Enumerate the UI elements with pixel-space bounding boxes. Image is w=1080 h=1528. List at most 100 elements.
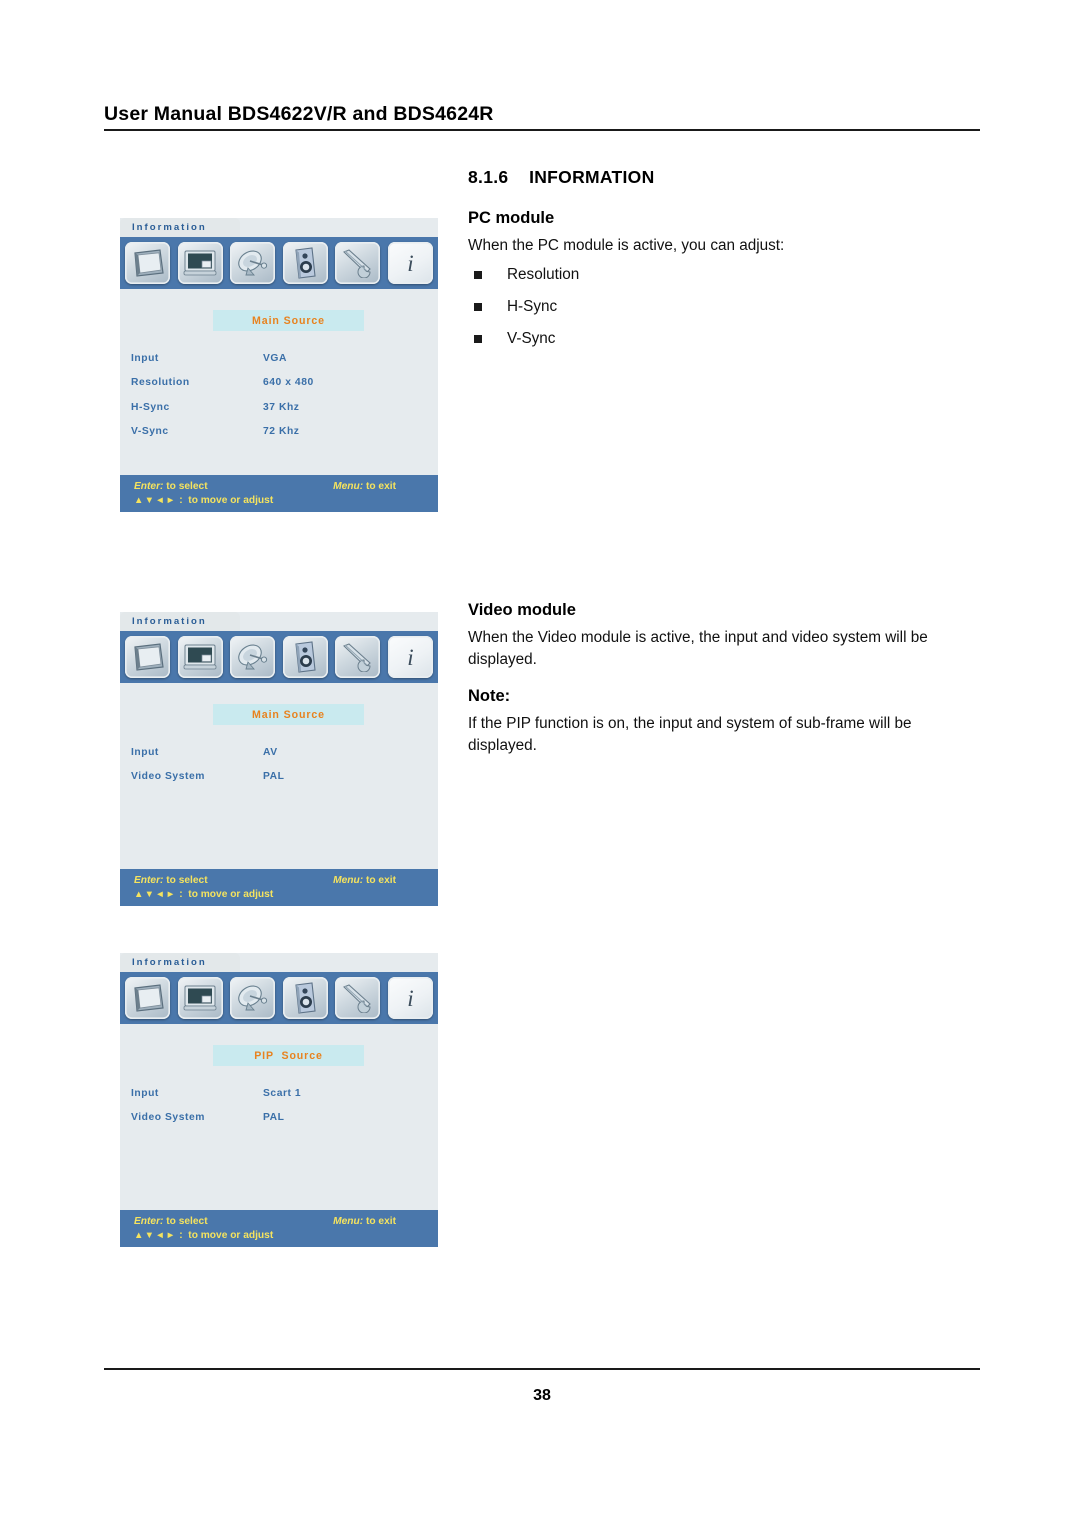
osd-row-value: VGA (263, 352, 287, 364)
osd-footer-line-2: ▲▼◄► : to move or adjust (120, 1229, 438, 1243)
osd-tab-information[interactable]: Information (120, 612, 240, 631)
tv-monitor-icon[interactable] (125, 977, 170, 1019)
menu-key-action: to exit (363, 1216, 396, 1228)
note-label: Note: (468, 687, 511, 706)
list-item: V-Sync (468, 331, 983, 346)
pip-screen-icon[interactable] (177, 636, 223, 678)
osd-row-key: Video System (131, 771, 205, 783)
table-row[interactable]: V-Sync 72 Khz (120, 420, 438, 445)
osd-icon-bar: i (120, 237, 438, 289)
osd-footer-line-2: ▲▼◄► : to move or adjust (120, 494, 438, 508)
osd-source-band: Main Source (213, 310, 364, 331)
table-row[interactable]: Input Scart 1 (120, 1081, 438, 1106)
menu-key-action: to exit (363, 481, 396, 493)
section-heading-text: 8.1.6 INFORMATION (468, 167, 655, 187)
osd-screenshot-video-module: Information i Main Source Input AV Video… (120, 612, 438, 906)
osd-icon-bar: i (120, 972, 438, 1024)
osd-row-key: Video System (131, 1112, 205, 1124)
osd-body: Main Source Input VGA Resolution 640 x 4… (120, 289, 438, 475)
running-head: User Manual BDS4622V/R and BDS4624R (104, 103, 980, 132)
page-number: 38 (533, 1387, 551, 1404)
pc-module-intro: When the PC module is active, you can ad… (468, 237, 785, 254)
manual-page: User Manual BDS4622V/R and BDS4624R 8.1.… (0, 0, 1080, 1528)
osd-row-value: 72 Khz (263, 426, 300, 438)
osd-source-label: PIP Source (254, 1049, 323, 1062)
osd-source-band: Main Source (213, 704, 364, 725)
tv-monitor-icon[interactable] (125, 242, 170, 284)
pip-screen-icon[interactable] (177, 977, 223, 1019)
satellite-dish-icon[interactable] (230, 636, 276, 678)
arrow-keys-icon: ▲▼◄► (134, 888, 177, 900)
table-row[interactable]: Video System PAL (120, 765, 438, 790)
list-item-label: Resolution (507, 265, 580, 283)
osd-rows: Input AV Video System PAL (120, 740, 438, 789)
enter-key-label: Enter: (134, 1216, 164, 1228)
tv-monitor-icon[interactable] (125, 636, 170, 678)
video-module-block: Video module When the Video module is ac… (468, 601, 983, 757)
speaker-icon[interactable] (282, 636, 328, 678)
satellite-dish-icon[interactable] (230, 242, 276, 284)
information-i-icon[interactable]: i (387, 636, 433, 678)
osd-footer-hints: Enter: to select Menu: to exit ▲▼◄► : to… (120, 1210, 438, 1247)
osd-row-value: Scart 1 (263, 1087, 302, 1099)
osd-footer-hints: Enter: to select Menu: to exit ▲▼◄► : to… (120, 475, 438, 512)
table-row[interactable]: H-Sync 37 Khz (120, 395, 438, 420)
table-row[interactable]: Input AV (120, 740, 438, 765)
osd-row-key: Input (131, 1087, 159, 1099)
enter-key-action: to select (163, 481, 208, 493)
wrench-tool-icon[interactable] (335, 636, 381, 678)
information-i-icon[interactable]: i (387, 242, 433, 284)
information-i-glyph: i (407, 985, 414, 1011)
arrow-keys-action: : to move or adjust (176, 1229, 274, 1241)
pip-screen-icon[interactable] (177, 242, 223, 284)
running-head-rule (104, 129, 980, 132)
speaker-icon[interactable] (282, 977, 328, 1019)
osd-row-key: Resolution (131, 377, 190, 389)
section-heading: 8.1.6 INFORMATION (468, 167, 983, 188)
osd-row-key: Input (131, 746, 159, 758)
page-footer: 38 (104, 1368, 980, 1405)
osd-body: PIP Source Input Scart 1 Video System PA… (120, 1024, 438, 1210)
osd-footer-hints: Enter: to select Menu: to exit ▲▼◄► : to… (120, 869, 438, 906)
bullet-square-icon (474, 303, 482, 312)
osd-footer-line-2: ▲▼◄► : to move or adjust (120, 888, 438, 902)
information-i-glyph: i (407, 644, 414, 670)
menu-key-label: Menu: (333, 875, 364, 887)
information-i-icon[interactable]: i (387, 977, 433, 1019)
osd-tab-label: Information (132, 957, 207, 968)
osd-screenshot-pip-source: Information i PIP Source Input Scart 1 V… (120, 953, 438, 1247)
table-row[interactable]: Video System PAL (120, 1106, 438, 1131)
osd-tab-information[interactable]: Information (120, 953, 240, 972)
menu-hint-group: Menu: to exit (333, 1216, 396, 1227)
osd-row-value: AV (263, 746, 278, 758)
arrow-keys-action: : to move or adjust (176, 494, 274, 506)
satellite-dish-icon[interactable] (230, 977, 276, 1019)
osd-footer-line-1: Enter: to select Menu: to exit (120, 480, 438, 494)
wrench-tool-icon[interactable] (335, 242, 381, 284)
arrow-keys-action: : to move or adjust (176, 888, 274, 900)
osd-row-value: 37 Khz (263, 401, 300, 413)
osd-source-label: Main Source (252, 708, 325, 721)
wrench-tool-icon[interactable] (335, 977, 381, 1019)
osd-screenshot-pc-module: Information i Main Source Input VGA Reso… (120, 218, 438, 512)
osd-tab-information[interactable]: Information (120, 218, 240, 237)
running-head-title: User Manual BDS4622V/R and BDS4624R (104, 103, 494, 125)
video-module-intro: When the Video module is active, the inp… (468, 629, 928, 668)
video-module-heading: Video module (468, 601, 576, 619)
table-row[interactable]: Resolution 640 x 480 (120, 371, 438, 396)
enter-key-label: Enter: (134, 481, 164, 493)
list-item: H-Sync (468, 299, 983, 314)
pc-module-bullet-list: Resolution H-Sync V-Sync (468, 267, 983, 347)
menu-hint-group: Menu: to exit (333, 481, 396, 492)
osd-tab-label: Information (132, 222, 207, 233)
speaker-icon[interactable] (282, 242, 328, 284)
osd-row-value: PAL (263, 771, 285, 783)
note-text: If the PIP function is on, the input and… (468, 715, 912, 755)
osd-rows: Input Scart 1 Video System PAL (120, 1081, 438, 1130)
osd-row-key: V-Sync (131, 426, 169, 438)
table-row[interactable]: Input VGA (120, 346, 438, 371)
menu-hint-group: Menu: to exit (333, 875, 396, 886)
pc-module-heading: PC module (468, 209, 555, 227)
information-i-glyph: i (407, 250, 414, 276)
arrow-keys-icon: ▲▼◄► (134, 494, 177, 506)
